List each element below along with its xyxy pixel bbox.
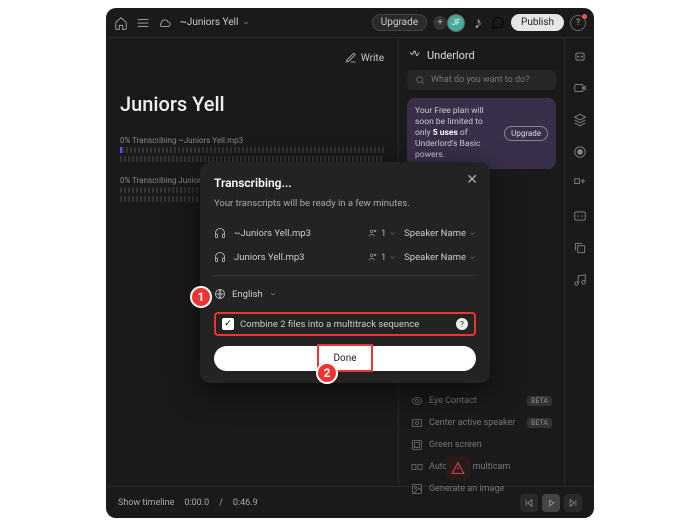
file-row: ~Juniors Yell.mp3 1 Speaker Name <box>214 221 476 245</box>
speaker-name[interactable]: Speaker Name <box>404 252 476 263</box>
combine-label: Combine 2 files into a multitrack sequen… <box>240 319 450 330</box>
document-name[interactable]: ~Juniors Yell <box>180 17 250 28</box>
banner-upgrade-button[interactable]: Upgrade <box>504 126 548 141</box>
file-name: Juniors Yell.mp3 <box>234 252 360 263</box>
add-panel-icon[interactable] <box>573 176 587 190</box>
music-icon[interactable]: ♪ <box>471 16 485 30</box>
beta-badge: BETA <box>527 396 552 406</box>
time-total: 0:46.9 <box>233 498 258 508</box>
close-icon[interactable]: ✕ <box>466 172 478 188</box>
cloud-sync-icon[interactable] <box>158 16 172 30</box>
modal-subtitle: Your transcripts will be ready in a few … <box>214 198 476 209</box>
skip-back-button[interactable] <box>520 494 538 512</box>
caption-icon[interactable] <box>573 208 587 222</box>
feature-icon <box>411 461 423 473</box>
speaker-name[interactable]: Speaker Name <box>404 228 476 239</box>
underlord-title: Underlord <box>427 49 475 62</box>
underlord-search[interactable]: What do you want to do? <box>407 70 556 90</box>
file-row: Juniors Yell.mp3 1 Speaker Name <box>214 245 476 269</box>
speaker-count[interactable]: 1 <box>368 252 396 263</box>
layers-icon[interactable] <box>573 112 587 126</box>
search-placeholder: What do you want to do? <box>431 75 529 85</box>
right-rail <box>564 38 594 486</box>
callout-1: 1 <box>190 286 212 308</box>
headphones-icon <box>214 251 226 263</box>
help-tooltip-icon[interactable]: ? <box>456 318 468 330</box>
notification-dot <box>582 14 587 19</box>
feature-label: Generate an image <box>429 484 504 494</box>
feature-icon <box>411 439 423 451</box>
feature-icon <box>411 483 423 495</box>
speaker-count[interactable]: 1 <box>368 228 396 239</box>
feature-center-active-speaker[interactable]: Center active speaker BETA <box>407 412 556 434</box>
comment-icon[interactable] <box>491 16 505 30</box>
chevron-down-icon <box>269 290 277 298</box>
feature-automatic-multicam[interactable]: Automatic multicam <box>407 456 556 478</box>
track-1-waveform <box>120 147 384 153</box>
upgrade-button[interactable]: Upgrade <box>372 14 427 31</box>
banner-text: Your Free plan will soon be limited to o… <box>415 106 498 161</box>
topbar-right: Upgrade + JF ♪ Publish ? <box>372 14 586 32</box>
playback-controls <box>520 494 582 512</box>
done-button[interactable]: Done <box>214 346 476 371</box>
topbar: ~Juniors Yell Upgrade + JF ♪ Publish ? <box>106 8 594 38</box>
language-selector[interactable]: English <box>214 282 476 306</box>
underlord-header: Underlord <box>407 48 556 62</box>
music-library-icon[interactable] <box>573 272 587 286</box>
upgrade-banner: Your Free plan will soon be limited to o… <box>407 98 556 169</box>
globe-icon <box>214 288 226 300</box>
modal-title: Transcribing... <box>214 176 476 190</box>
time-current: 0:00.0 <box>184 498 209 508</box>
publish-button[interactable]: Publish <box>511 14 564 31</box>
record-icon[interactable] <box>573 144 587 158</box>
topbar-left: ~Juniors Yell <box>114 16 250 30</box>
divider <box>212 275 478 276</box>
file-name: ~Juniors Yell.mp3 <box>234 228 360 239</box>
write-label: Write <box>361 53 384 64</box>
track-1[interactable]: 0% Transcribing ~Juniors Yell.mp3 <box>120 136 384 162</box>
time-sep: / <box>219 498 223 508</box>
home-icon[interactable] <box>114 16 128 30</box>
feature-icon <box>411 417 423 429</box>
video-icon[interactable] <box>573 80 587 94</box>
combine-option[interactable]: ✓ Combine 2 files into a multitrack sequ… <box>214 312 476 336</box>
copy-icon[interactable] <box>573 240 587 254</box>
feature-icon <box>411 395 423 407</box>
menu-icon[interactable] <box>136 16 150 30</box>
show-timeline-button[interactable]: Show timeline <box>118 498 174 508</box>
bot-icon[interactable] <box>573 48 587 62</box>
feature-green-screen[interactable]: Green screen <box>407 434 556 456</box>
track-1-label: 0% Transcribing ~Juniors Yell.mp3 <box>120 136 384 145</box>
search-icon <box>415 75 425 85</box>
help-icon[interactable]: ? <box>570 15 586 31</box>
feature-label: Eye Contact <box>429 396 477 406</box>
write-button[interactable]: Write <box>345 52 384 64</box>
feature-label: Center active speaker <box>429 418 515 428</box>
feature-eye-contact[interactable]: Eye Contact BETA <box>407 390 556 412</box>
play-button[interactable] <box>542 494 560 512</box>
callout-2: 2 <box>316 362 338 384</box>
skip-forward-button[interactable] <box>564 494 582 512</box>
feature-label: Green screen <box>429 440 482 450</box>
add-collaborator-icon[interactable]: + <box>433 16 447 30</box>
transcribing-modal: ✕ Transcribing... Your transcripts will … <box>200 162 490 383</box>
alert-button[interactable] <box>446 456 470 480</box>
language-label: English <box>232 289 263 300</box>
combine-checkbox[interactable]: ✓ <box>222 318 234 330</box>
headphones-icon <box>214 227 226 239</box>
beta-badge: BETA <box>527 418 552 428</box>
page-title: Juniors Yell <box>120 92 384 116</box>
avatar[interactable]: JF <box>447 14 465 32</box>
